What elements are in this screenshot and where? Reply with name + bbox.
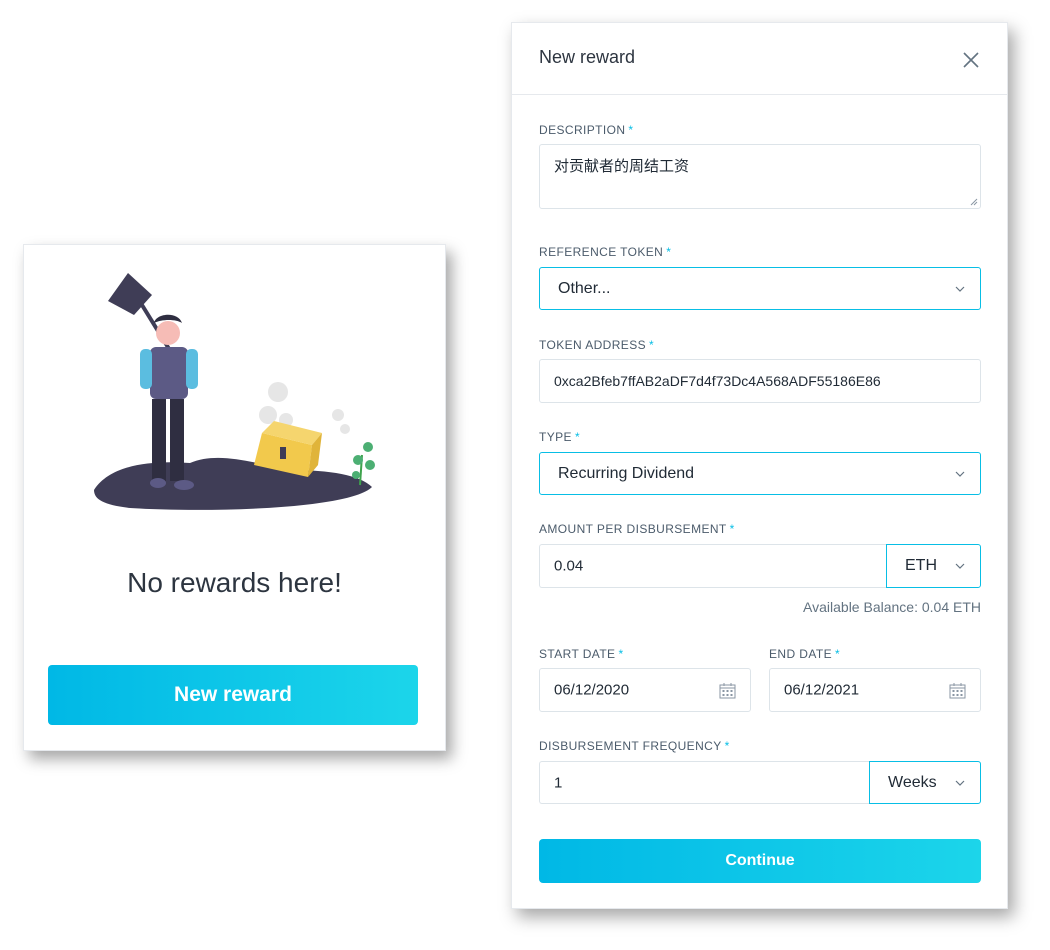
frequency-unit-value: Weeks [888,773,937,791]
calendar-icon[interactable] [719,682,736,699]
reference-token-label: REFERENCE TOKEN * [539,245,672,259]
amount-unit-select[interactable]: ETH [886,544,981,588]
type-label: TYPE * [539,430,581,444]
description-label: DESCRIPTION * [539,123,634,137]
token-address-input[interactable]: 0xca2Bfeb7ffAB2aDF7d4f73Dc4A568ADF55186E… [539,359,981,403]
amount-unit-value: ETH [905,557,937,574]
close-icon[interactable] [962,51,980,69]
new-reward-button[interactable]: New reward [48,665,418,725]
type-select[interactable]: Recurring Dividend [539,452,981,495]
empty-rewards-card: No rewards here! New reward [23,244,446,751]
start-date-value: 06/12/2020 [554,681,630,699]
available-balance-text: Available Balance: 0.04 ETH [803,599,981,615]
reference-token-value: Other... [558,279,611,297]
description-value: 对贡献者的周结工资 [554,158,690,175]
token-address-value: 0xca2Bfeb7ffAB2aDF7d4f73Dc4A568ADF55186E… [554,373,881,389]
start-date-input[interactable]: 06/12/2020 [539,668,751,712]
chevron-down-icon [955,286,965,292]
end-date-label: END DATE * [769,647,841,661]
amount-value: 0.04 [554,557,584,575]
empty-state-title: No rewards here! [127,567,342,598]
type-value: Recurring Dividend [558,464,695,482]
chevron-down-icon [955,563,965,569]
chevron-down-icon [955,471,965,477]
chevron-down-icon [955,780,965,786]
panel-title: New reward [539,47,636,67]
continue-button[interactable]: Continue [539,839,981,883]
empty-treasure-illustration [94,273,375,510]
amount-input[interactable]: 0.04 [539,544,887,588]
description-textarea[interactable]: 对贡献者的周结工资 [539,144,981,209]
frequency-input[interactable]: 1 [539,761,870,804]
frequency-unit-select[interactable]: Weeks [869,761,981,804]
start-date-label: START DATE * [539,647,624,661]
resize-handle-icon[interactable] [970,198,978,206]
end-date-value: 06/12/2021 [784,681,860,699]
frequency-value: 1 [554,774,563,791]
amount-label: AMOUNT PER DISBURSEMENT * [539,522,735,536]
reference-token-select[interactable]: Other... [539,267,981,310]
end-date-input[interactable]: 06/12/2021 [769,668,981,712]
panel-header: New reward [512,23,1007,95]
frequency-label: DISBURSEMENT FREQUENCY * [539,739,730,753]
token-address-label: TOKEN ADDRESS * [539,338,655,352]
new-reward-panel: New reward DESCRIPTION * 对贡献者的周结工资 REFERE… [511,22,1008,909]
calendar-icon[interactable] [949,682,966,699]
